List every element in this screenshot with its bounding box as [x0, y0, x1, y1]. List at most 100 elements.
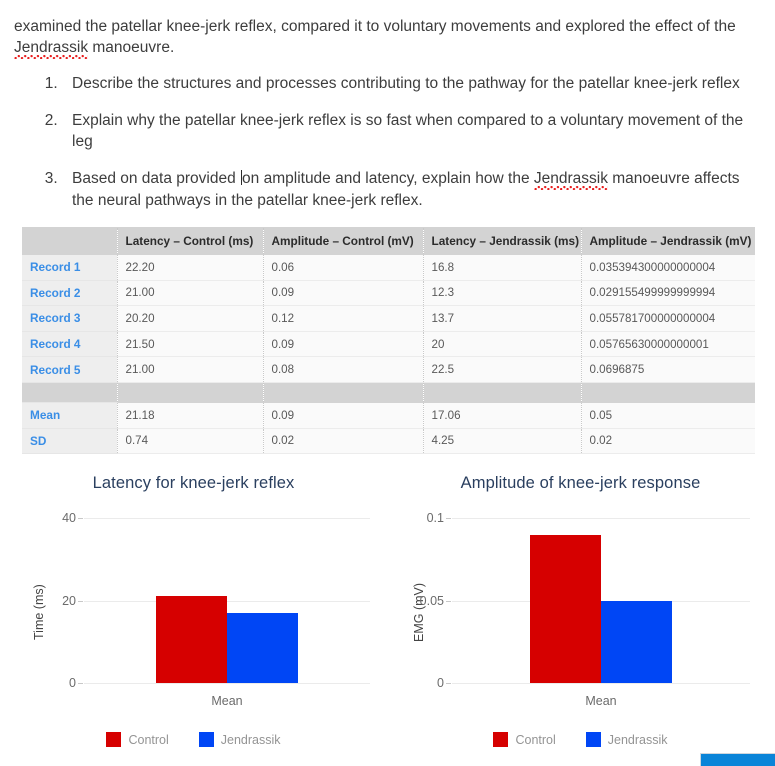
y-axis-label: Time (ms) [32, 584, 46, 641]
y-tick-label: 0.05 [420, 594, 452, 608]
table-body: Record 1 22.20 0.06 16.8 0.0353943000000… [22, 254, 755, 455]
chart-latency[interactable]: Latency for knee-jerk reflex Time (ms) 0… [0, 470, 387, 748]
cell-amplitude-jendrassik: 0.035394300000000004 [580, 254, 755, 281]
bar-jendrassik[interactable] [601, 600, 672, 684]
intro-text-part1: examined the patellar knee-jerk reflex, … [14, 18, 736, 35]
y-tick-label: 0 [69, 676, 84, 690]
cell-amplitude-control: 0.06 [262, 254, 423, 281]
cell-latency-jendrassik: 12.3 [422, 279, 581, 307]
row-label: Record 4 [22, 330, 117, 358]
floating-action-bar[interactable] [700, 753, 775, 766]
legend-item-control[interactable]: Control [106, 732, 169, 748]
table-header-latency-control: Latency – Control (ms) [116, 227, 263, 255]
y-tick-label: 0 [437, 676, 452, 690]
table-row[interactable]: Record 2 21.00 0.09 12.3 0.0291554999999… [22, 279, 755, 307]
spacer-cell [580, 381, 755, 403]
chart-amplitude[interactable]: Amplitude of knee-jerk response EMG (mV)… [387, 470, 774, 748]
cell-amplitude-jendrassik: 0.02 [580, 427, 755, 455]
spacer-cell [422, 381, 581, 403]
question-item-2[interactable]: Explain why the patellar knee-jerk refle… [62, 110, 757, 152]
table-row[interactable]: Record 1 22.20 0.06 16.8 0.0353943000000… [22, 254, 755, 281]
question-1-text: Describe the structures and processes co… [72, 75, 740, 92]
cell-amplitude-control: 0.08 [262, 356, 423, 383]
row-label: Record 1 [22, 254, 117, 281]
legend-item-jendrassik[interactable]: Jendrassik [585, 732, 668, 748]
table-header-amplitude-jendrassik: Amplitude – Jendrassik (mV) [580, 227, 755, 255]
cell-latency-control: 21.00 [116, 356, 263, 383]
legend-label-control: Control [128, 732, 169, 747]
table-header-amplitude-control: Amplitude – Control (mV) [262, 227, 423, 255]
cell-amplitude-jendrassik: 0.029155499999999994 [580, 279, 755, 307]
question-item-3[interactable]: Based on data provided on amplitude and … [62, 168, 757, 211]
legend-swatch-control [493, 732, 509, 748]
cell-amplitude-jendrassik: 0.0696875 [580, 356, 755, 383]
cell-amplitude-control: 0.09 [262, 330, 423, 358]
cell-latency-control: 20.20 [116, 305, 263, 332]
spacer-cell [262, 381, 423, 403]
legend-label-jendrassik: Jendrassik [607, 732, 668, 747]
bar-control[interactable] [156, 595, 227, 684]
cell-latency-control: 22.20 [116, 254, 263, 281]
cell-amplitude-control: 0.09 [262, 279, 423, 307]
cell-amplitude-jendrassik: 0.05765630000000001 [580, 330, 755, 358]
table-spacer-row [22, 381, 755, 403]
table-row-sd[interactable]: SD 0.74 0.02 4.25 0.02 [22, 427, 755, 455]
bar-group [84, 518, 370, 684]
table-row-mean[interactable]: Mean 21.18 0.09 17.06 0.05 [22, 401, 755, 429]
row-label: Record 5 [22, 356, 117, 383]
table-header-latency-jendrassik: Latency – Jendrassik (ms) [422, 227, 581, 255]
row-label: Mean [22, 401, 117, 429]
intro-text-part2: manoeuvre. [88, 39, 175, 56]
legend-item-jendrassik[interactable]: Jendrassik [198, 732, 281, 748]
y-tick-label: 40 [62, 511, 84, 525]
table-row[interactable]: Record 5 21.00 0.08 22.5 0.0696875 [22, 356, 755, 383]
cell-latency-control: 21.00 [116, 279, 263, 307]
question-3-text-before-caret: Based on data provided [72, 170, 241, 187]
charts-container: Latency for knee-jerk reflex Time (ms) 0… [0, 470, 775, 748]
spacer-cell [22, 381, 117, 403]
legend-label-jendrassik: Jendrassik [220, 732, 281, 747]
question-2-text: Explain why the patellar knee-jerk refle… [72, 112, 744, 150]
misspelled-word-jendrassik: Jendrassik [14, 37, 89, 59]
question-item-1[interactable]: Describe the structures and processes co… [62, 73, 757, 94]
y-axis-label: EMG (mV) [412, 583, 426, 643]
legend-swatch-control [106, 732, 122, 748]
question-list: Describe the structures and processes co… [14, 73, 757, 211]
cell-latency-jendrassik: 16.8 [422, 254, 581, 281]
cell-amplitude-jendrassik: 0.055781700000000004 [580, 305, 755, 332]
legend-swatch-jendrassik [585, 732, 601, 748]
cell-latency-jendrassik: 17.06 [422, 401, 581, 429]
document-body: examined the patellar knee-jerk reflex, … [0, 0, 775, 211]
chart-legend: Control Jendrassik [0, 732, 387, 748]
question-3-text-after-caret: on amplitude and latency, explain how th… [242, 170, 534, 187]
table-row[interactable]: Record 3 20.20 0.12 13.7 0.0557817000000… [22, 305, 755, 332]
row-label: SD [22, 427, 117, 455]
table-row[interactable]: Record 4 21.50 0.09 20 0.057656300000000… [22, 330, 755, 358]
row-label: Record 2 [22, 279, 117, 307]
cell-amplitude-control: 0.02 [262, 427, 423, 455]
cell-amplitude-jendrassik: 0.05 [580, 401, 755, 429]
x-tick-label: Mean [585, 694, 617, 709]
legend-item-control[interactable]: Control [493, 732, 556, 748]
chart-title: Amplitude of knee-jerk response [460, 474, 701, 493]
chart-legend: Control Jendrassik [387, 732, 774, 748]
table-header-row: Latency – Control (ms) Amplitude – Contr… [22, 227, 755, 255]
x-tick-label: Mean [211, 694, 243, 709]
bar-control[interactable] [530, 534, 601, 684]
results-table-container: Latency – Control (ms) Amplitude – Contr… [22, 227, 761, 455]
cell-latency-jendrassik: 22.5 [422, 356, 581, 383]
y-tick-label: 20 [62, 594, 84, 608]
bar-jendrassik[interactable] [227, 612, 298, 684]
bar-group [452, 518, 750, 684]
table-header-corner [22, 227, 117, 255]
cell-latency-jendrassik: 4.25 [422, 427, 581, 455]
plot-area: 0 0.05 0.1 Mean [420, 511, 750, 708]
spacer-cell [116, 381, 263, 403]
table-head: Latency – Control (ms) Amplitude – Contr… [22, 227, 755, 255]
y-tick-label: 0.1 [427, 511, 452, 525]
legend-label-control: Control [515, 732, 556, 747]
cell-latency-control: 0.74 [116, 427, 263, 455]
chart-title: Latency for knee-jerk reflex [92, 474, 295, 493]
results-table: Latency – Control (ms) Amplitude – Contr… [22, 227, 755, 455]
intro-paragraph: examined the patellar knee-jerk reflex, … [14, 16, 757, 59]
